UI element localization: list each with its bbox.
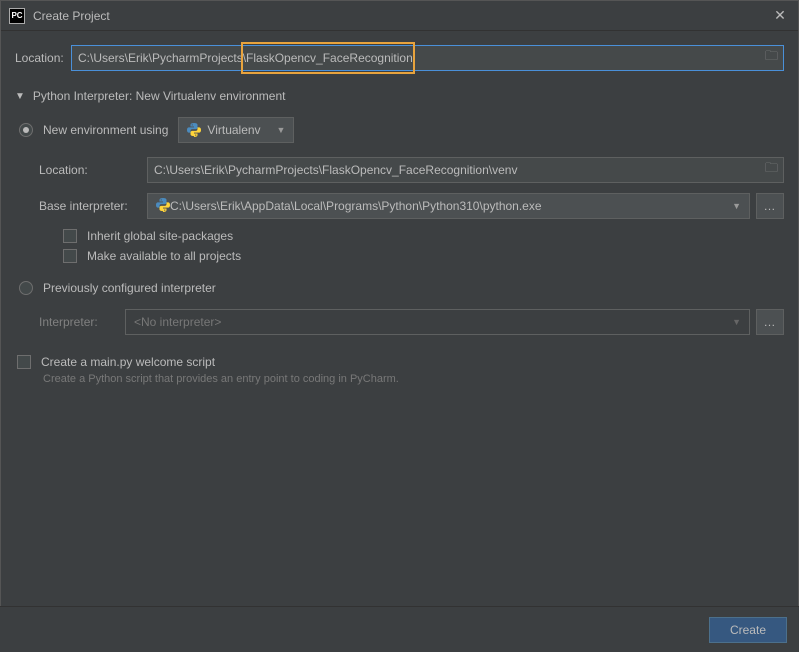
window-title: Create Project [33,9,770,23]
app-icon: PC [9,8,25,24]
folder-icon[interactable]: 🗀 [765,47,778,69]
prev-interpreter-label: Interpreter: [39,315,119,329]
footer: Create [0,606,799,652]
prev-env-label: Previously configured interpreter [43,281,216,295]
prev-env-radio-row[interactable]: Previously configured interpreter [19,281,784,295]
env-location-row: Location: 🗀 [39,157,784,183]
inherit-checkbox[interactable] [63,229,77,243]
welcome-label: Create a main.py welcome script [41,355,215,369]
welcome-description: Create a Python script that provides an … [43,373,784,385]
location-row: Location: 🗀 [15,45,784,71]
caret-down-icon: ▼ [732,201,741,211]
folder-icon[interactable]: 🗀 [765,159,778,181]
inherit-label: Inherit global site-packages [87,229,233,243]
env-location-input[interactable] [147,157,784,183]
chevron-down-icon: ▼ [15,91,25,102]
new-env-radio-row[interactable]: New environment using Virtualenv ▼ [19,117,784,143]
make-available-label: Make available to all projects [87,249,241,263]
titlebar: PC Create Project ✕ [1,1,798,31]
prev-env-radio[interactable] [19,281,33,295]
project-location-input[interactable] [71,45,784,71]
base-interpreter-select[interactable]: C:\Users\Erik\AppData\Local\Programs\Pyt… [147,193,750,219]
create-button[interactable]: Create [709,617,787,643]
env-location-label: Location: [39,163,147,177]
make-available-checkbox-row[interactable]: Make available to all projects [63,249,784,263]
env-tool-text: Virtualenv [207,123,266,137]
interpreter-section-header[interactable]: ▼ Python Interpreter: New Virtualenv env… [15,89,784,103]
new-env-radio[interactable] [19,123,33,137]
caret-down-icon: ▼ [732,317,741,327]
python-icon [187,123,201,137]
base-interpreter-label: Base interpreter: [39,199,147,213]
prev-interpreter-text: <No interpreter> [134,315,221,329]
prev-interpreter-row: Interpreter: <No interpreter> ▼ … [39,309,784,335]
prev-interpreter-select: <No interpreter> ▼ [125,309,750,335]
close-icon[interactable]: ✕ [770,7,790,24]
welcome-checkbox[interactable] [17,355,31,369]
python-icon [156,198,170,215]
make-available-checkbox[interactable] [63,249,77,263]
env-tool-select[interactable]: Virtualenv ▼ [178,117,294,143]
welcome-checkbox-row[interactable]: Create a main.py welcome script [17,355,784,369]
caret-down-icon: ▼ [276,125,285,135]
browse-interpreter-button[interactable]: … [756,193,784,219]
new-env-label: New environment using [43,123,168,137]
base-interpreter-row: Base interpreter: C:\Users\Erik\AppData\… [39,193,784,219]
base-interpreter-text: C:\Users\Erik\AppData\Local\Programs\Pyt… [170,199,542,213]
location-label: Location: [15,51,71,65]
inherit-checkbox-row[interactable]: Inherit global site-packages [63,229,784,243]
interpreter-header-label: Python Interpreter: New Virtualenv envir… [33,89,286,103]
browse-prev-interpreter-button[interactable]: … [756,309,784,335]
